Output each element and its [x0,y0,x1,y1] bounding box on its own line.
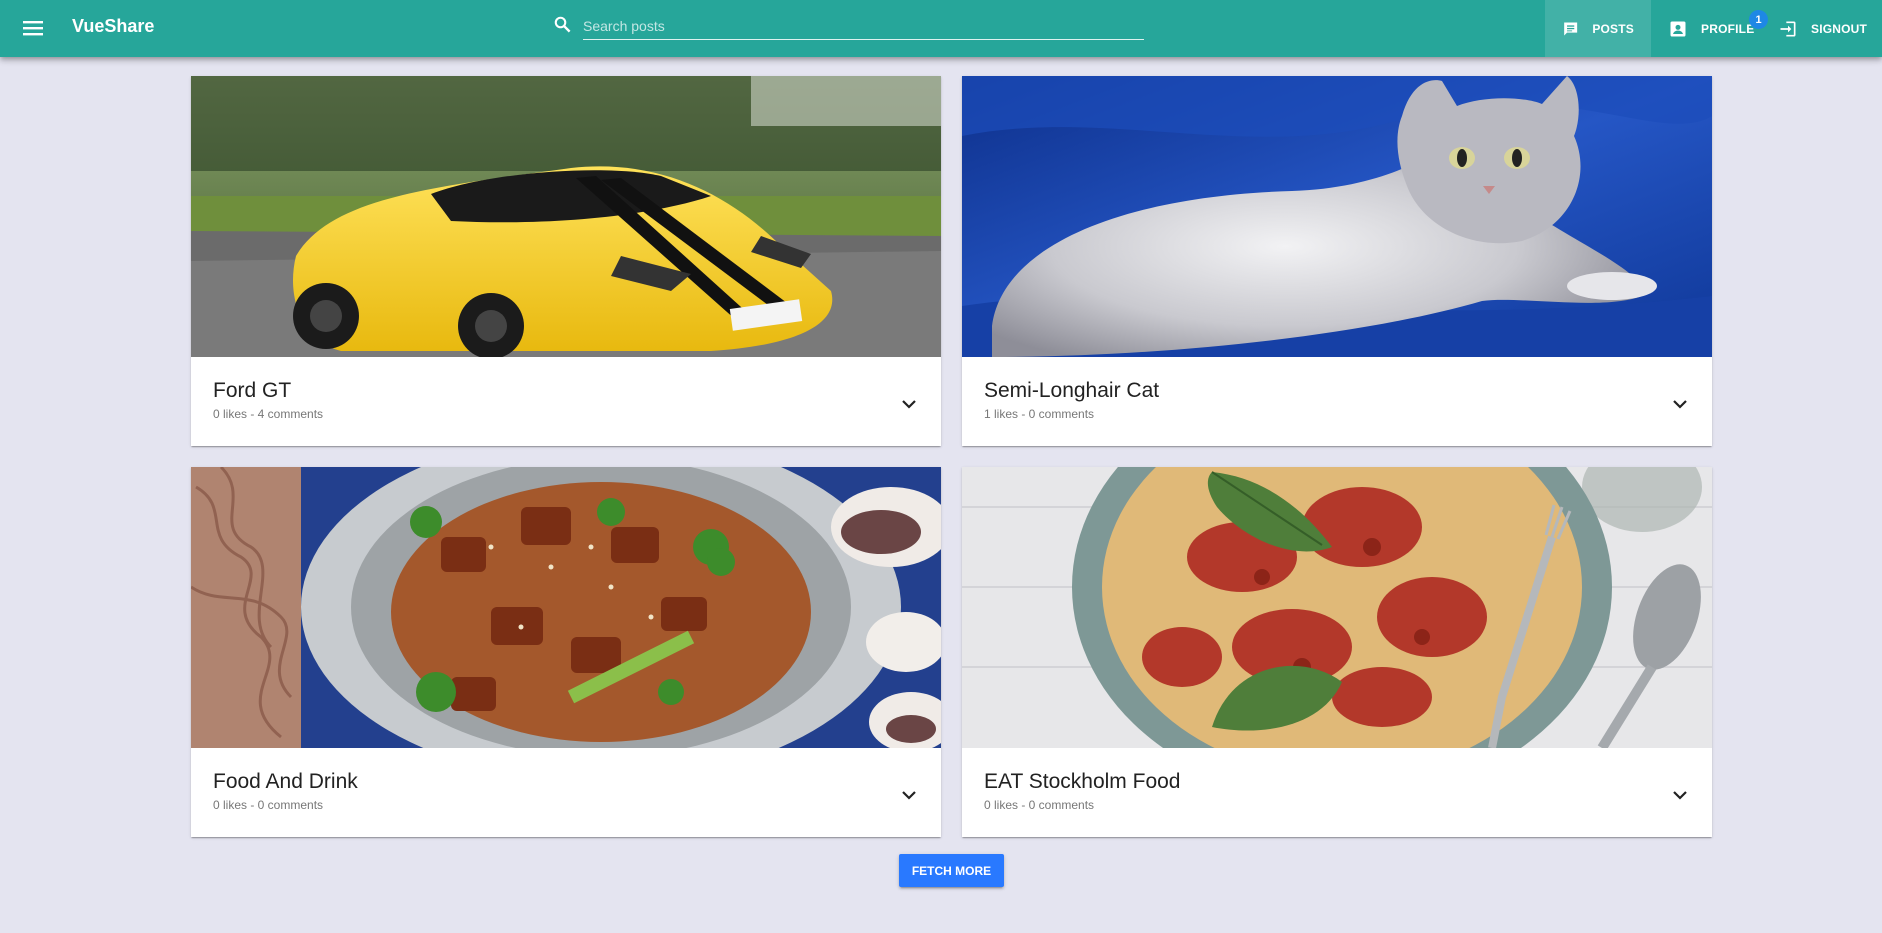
nav-signout-label: SIGNOUT [1811,21,1868,36]
expand-button[interactable] [899,785,919,805]
search-icon [554,16,571,33]
chevron-down-icon [1673,790,1687,800]
post-title[interactable]: EAT Stockholm Food [984,770,1180,794]
nav-profile-button[interactable]: PROFILE [1651,0,1771,57]
menu-button[interactable] [17,14,49,42]
app-title[interactable]: VueShare [72,16,154,37]
fetch-more-button[interactable]: FETCH MORE [899,854,1004,887]
menu-icon [23,21,43,36]
post-meta: 1 likes - 0 comments [984,407,1095,421]
post-card: Ford GT 0 likes - 4 comments [191,76,941,446]
nav-posts-label: POSTS [1592,21,1634,36]
post-title[interactable]: Semi-Longhair Cat [984,379,1159,403]
post-card: Food And Drink 0 likes - 0 comments [191,467,941,837]
nav-profile-label: PROFILE [1701,21,1755,36]
post-title[interactable]: Food And Drink [213,770,358,794]
post-meta: 0 likes - 0 comments [984,798,1095,812]
chevron-down-icon [902,790,916,800]
nav-posts-button[interactable]: POSTS [1545,0,1651,57]
post-title[interactable]: Ford GT [213,379,291,403]
exit-icon [1780,21,1796,36]
search-bar [553,10,1144,42]
post-image[interactable] [191,76,941,357]
expand-button[interactable] [1670,394,1690,414]
post-image[interactable] [962,76,1712,357]
chevron-down-icon [1673,399,1687,409]
nav-signout-button[interactable]: SIGNOUT [1761,0,1881,57]
post-card: Semi-Longhair Cat 1 likes - 0 comments [962,76,1712,446]
app-toolbar: VueShare POSTS PROFILE SIGNOUT [0,0,1882,57]
post-image[interactable] [191,467,941,748]
expand-button[interactable] [899,394,919,414]
profile-notification-badge: 1 [1749,10,1768,29]
search-input[interactable] [583,12,1144,40]
post-meta: 0 likes - 0 comments [213,798,324,812]
chat-icon [1564,22,1578,35]
chevron-down-icon [902,399,916,409]
post-card: EAT Stockholm Food 0 likes - 0 comments [962,467,1712,837]
expand-button[interactable] [1670,785,1690,805]
post-image[interactable] [962,467,1712,748]
post-meta: 0 likes - 4 comments [213,407,324,421]
account-box-icon [1670,21,1686,36]
